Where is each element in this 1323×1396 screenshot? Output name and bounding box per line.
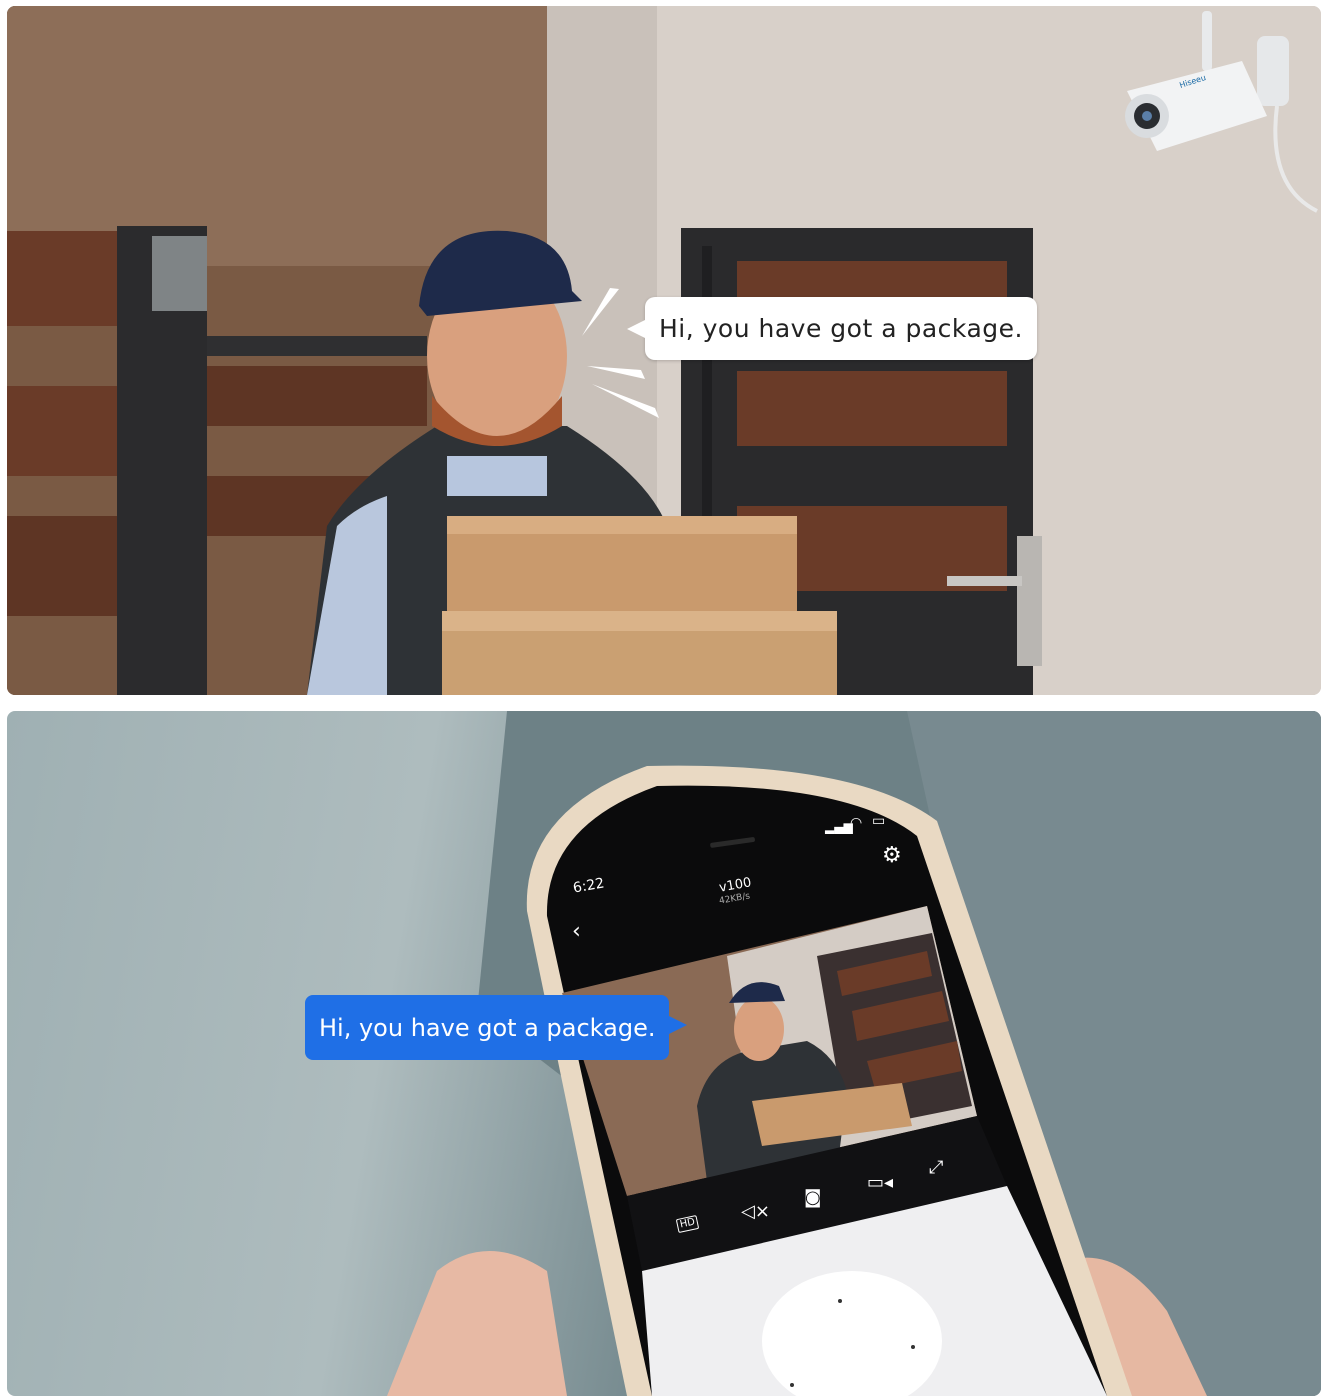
video-record-icon[interactable]: ▭◂ (867, 1174, 893, 1192)
speech-bubble-phone: Hi, you have got a package. (305, 995, 688, 1060)
signal-icon: ▂▄▆ (825, 820, 853, 834)
wifi-icon: ◠ (850, 815, 863, 831)
gear-icon[interactable]: ⚙ (882, 845, 902, 867)
fullscreen-icon[interactable]: ⤢ (929, 1159, 943, 1177)
camera-icon[interactable]: ◙ (804, 1189, 821, 1207)
back-chevron-icon[interactable]: ‹ (572, 921, 581, 943)
mute-icon[interactable]: ◁× (741, 1203, 770, 1221)
speech-bubble-top: Hi, you have got a package. (627, 297, 1037, 360)
battery-icon: ▭ (872, 813, 886, 829)
